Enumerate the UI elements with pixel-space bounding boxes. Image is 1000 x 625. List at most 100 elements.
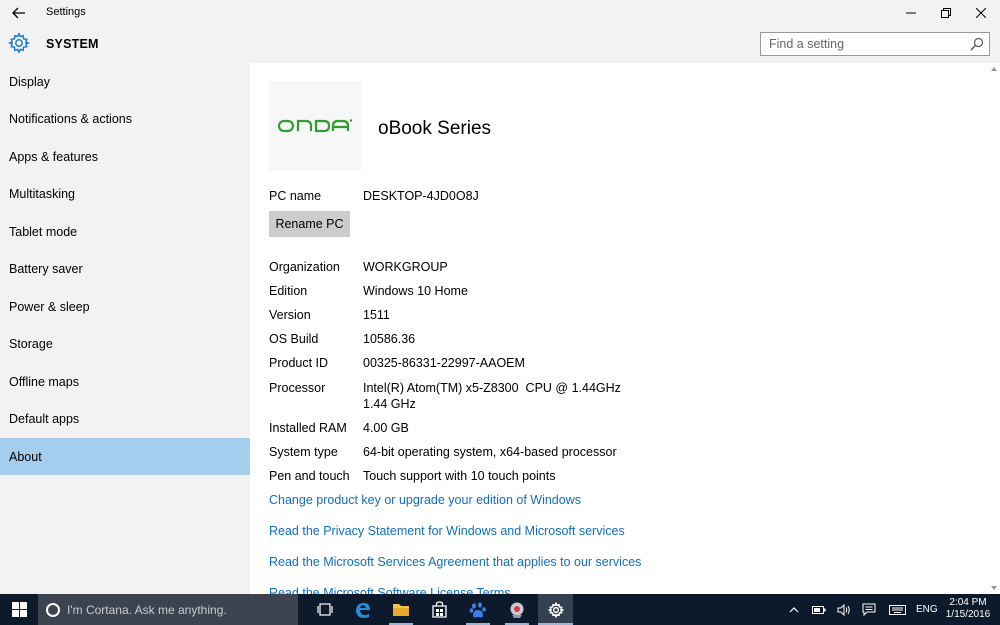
- battery-icon: [812, 605, 826, 614]
- minimize-icon: [906, 12, 916, 14]
- services-agreement-link[interactable]: Read the Microsoft Services Agreement th…: [269, 555, 641, 569]
- back-button[interactable]: [6, 2, 32, 24]
- spec-label-product-id: Product ID: [269, 356, 329, 370]
- sidebar-item-battery-saver[interactable]: Battery saver: [0, 250, 250, 287]
- scroll-down-icon[interactable]: [990, 584, 998, 592]
- app-icon: [510, 602, 524, 618]
- clock-time: 2:04 PM: [949, 597, 987, 608]
- sidebar-item-label: Notifications & actions: [9, 111, 132, 126]
- spec-value-organization: WORKGROUP: [363, 260, 448, 274]
- volume-icon: [837, 603, 850, 616]
- sidebar-item-label: About: [9, 449, 42, 464]
- scrollbar[interactable]: [988, 63, 1000, 594]
- sidebar-item-label: Display: [9, 74, 50, 89]
- spec-label-organization: Organization: [269, 260, 340, 274]
- sidebar-item-label: Power & sleep: [9, 299, 90, 314]
- language-indicator[interactable]: ENG: [916, 604, 938, 615]
- sidebar-item-multitasking[interactable]: Multitasking: [0, 175, 250, 212]
- close-button[interactable]: [965, 0, 997, 26]
- show-hidden-icons-button[interactable]: [786, 594, 802, 625]
- windows-logo-icon: [11, 602, 27, 617]
- sidebar-item-apps-features[interactable]: Apps & features: [0, 138, 250, 175]
- spec-label-pen-touch: Pen and touch: [269, 469, 350, 483]
- spec-value-system-type: 64-bit operating system, x64-based proce…: [363, 445, 617, 459]
- minimize-button[interactable]: [895, 0, 927, 26]
- edge-icon: [356, 602, 370, 618]
- sidebar-item-label: Default apps: [9, 411, 80, 426]
- privacy-statement-link[interactable]: Read the Privacy Statement for Windows a…: [269, 524, 625, 538]
- app-button[interactable]: [501, 594, 533, 625]
- sidebar-item-about[interactable]: About: [0, 438, 250, 475]
- spec-label-os-build: OS Build: [269, 332, 319, 346]
- cortana-placeholder: I'm Cortana. Ask me anything.: [67, 602, 227, 617]
- settings-taskbar-button[interactable]: [538, 594, 573, 625]
- rename-pc-button[interactable]: Rename PC: [269, 211, 350, 237]
- file-explorer-icon: [393, 604, 409, 616]
- search-icon[interactable]: [970, 37, 984, 51]
- license-terms-link[interactable]: Read the Microsoft Software License Term…: [269, 586, 511, 594]
- start-button[interactable]: [0, 594, 38, 625]
- page-title: SYSTEM: [46, 37, 99, 51]
- sidebar-item-tablet-mode[interactable]: Tablet mode: [0, 213, 250, 250]
- close-icon: [976, 8, 986, 18]
- sidebar-item-label: Multitasking: [9, 186, 75, 201]
- volume-button[interactable]: [835, 594, 853, 625]
- sidebar-item-storage[interactable]: Storage: [0, 325, 250, 362]
- pc-name-label: PC name: [269, 189, 322, 203]
- battery-button[interactable]: [810, 594, 828, 625]
- sidebar-item-offline-maps[interactable]: Offline maps: [0, 363, 250, 400]
- pc-name-value: DESKTOP-4JD0O8J: [363, 189, 479, 203]
- keyboard-icon: [888, 604, 906, 615]
- spec-label-edition: Edition: [269, 284, 308, 298]
- sidebar-item-power-sleep[interactable]: Power & sleep: [0, 288, 250, 325]
- clock-date: 1/15/2016: [945, 609, 991, 620]
- settings-header: SYSTEM: [0, 26, 1000, 63]
- spec-label-installed-ram: Installed RAM: [269, 421, 347, 435]
- baidu-paw-icon: [469, 601, 486, 617]
- sidebar: Display Notifications & actions Apps & f…: [0, 63, 250, 594]
- spec-label-system-type: System type: [269, 445, 338, 459]
- taskbar: I'm Cortana. Ask me anything. ENG 2:04 P…: [0, 594, 1000, 625]
- sidebar-item-default-apps[interactable]: Default apps: [0, 400, 250, 437]
- cortana-icon: [46, 602, 60, 617]
- spec-value-version: 1511: [363, 308, 390, 322]
- sidebar-item-label: Offline maps: [9, 374, 79, 389]
- store-icon: [431, 601, 447, 618]
- chevron-up-icon: [789, 606, 799, 612]
- spec-value-edition: Windows 10 Home: [363, 284, 468, 298]
- spec-value-os-build: 10586.36: [363, 332, 416, 346]
- spec-value-installed-ram: 4.00 GB: [363, 421, 409, 435]
- store-button[interactable]: [423, 594, 455, 625]
- back-arrow-icon: [12, 7, 25, 19]
- restore-icon: [941, 8, 951, 18]
- device-series: oBook Series: [378, 118, 492, 139]
- scroll-up-icon[interactable]: [990, 65, 998, 73]
- settings-icon: [547, 601, 564, 618]
- spec-label-processor: Processor: [269, 381, 326, 395]
- search-input[interactable]: [761, 33, 966, 55]
- onda-logo: [277, 119, 353, 133]
- sidebar-item-label: Apps & features: [9, 149, 98, 164]
- action-center-button[interactable]: [860, 594, 878, 625]
- file-explorer-button[interactable]: [385, 594, 417, 625]
- spec-label-version: Version: [269, 308, 311, 322]
- clock[interactable]: 2:04 PM 1/15/2016: [942, 597, 994, 621]
- baidu-button[interactable]: [462, 594, 494, 625]
- spec-value-processor: Intel(R) Atom(TM) x5-Z8300 CPU @ 1.44GHz: [363, 381, 621, 395]
- sidebar-item-label: Battery saver: [9, 261, 83, 276]
- spec-value-processor-speed: 1.44 GHz: [363, 397, 416, 411]
- task-view-icon: [317, 603, 333, 616]
- task-view-button[interactable]: [309, 594, 341, 625]
- sidebar-item-display[interactable]: Display: [0, 63, 250, 100]
- spec-value-product-id: 00325-86331-22997-AAOEM: [363, 356, 525, 370]
- search-box[interactable]: [760, 32, 990, 56]
- touch-keyboard-button[interactable]: [886, 594, 908, 625]
- about-panel: oBook Series PC name DESKTOP-4JD0O8J Ren…: [250, 63, 988, 594]
- restore-button[interactable]: [930, 0, 962, 26]
- sidebar-item-notifications[interactable]: Notifications & actions: [0, 100, 250, 137]
- spec-value-pen-touch: Touch support with 10 touch points: [363, 469, 556, 483]
- cortana-search[interactable]: I'm Cortana. Ask me anything.: [38, 594, 298, 625]
- change-product-key-link[interactable]: Change product key or upgrade your editi…: [269, 493, 581, 507]
- edge-button[interactable]: [347, 594, 379, 625]
- action-center-icon: [862, 603, 876, 616]
